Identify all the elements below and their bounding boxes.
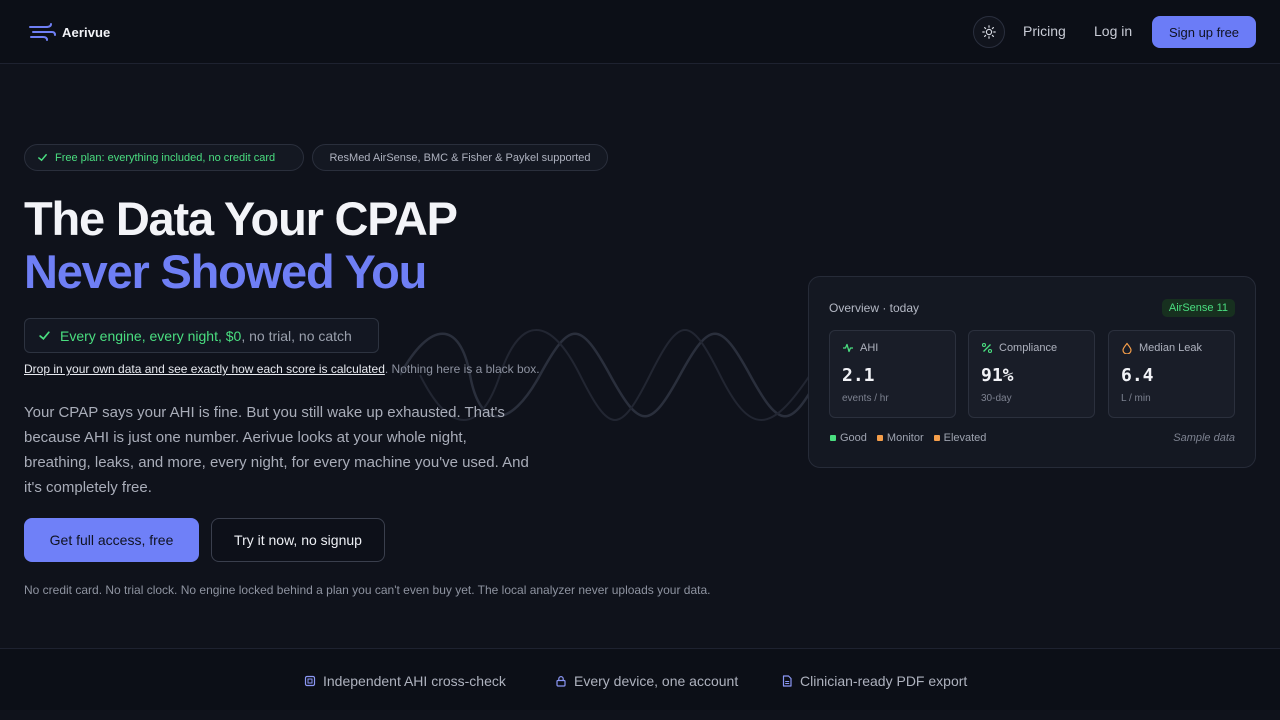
legend-swatch — [830, 435, 836, 441]
metric-card-ahi: AHI 2.1 events / hr — [829, 330, 956, 418]
free-plan-pill: Free plan: everything included, no credi… — [24, 144, 304, 171]
feature-every-device: Every device, one account — [555, 673, 738, 689]
metric-unit: L / min — [1121, 393, 1151, 404]
drop-data-link[interactable]: Drop in your own data and see exactly ho… — [24, 362, 385, 376]
fineprint: No credit card. No trial clock. No engin… — [24, 583, 711, 597]
sun-icon — [982, 25, 996, 39]
document-icon — [782, 675, 792, 687]
try-now-button[interactable]: Try it now, no signup — [211, 518, 385, 562]
hero-title-line-1: The Data Your CPAP — [24, 192, 458, 245]
brand-name: Aerivue — [62, 24, 111, 40]
legend-label: Good — [840, 432, 867, 444]
legend-label: Elevated — [943, 432, 987, 444]
logo[interactable]: Aerivue — [28, 22, 110, 42]
device-badge: AirSense 11 — [1161, 299, 1235, 317]
metric-unit: 30-day — [981, 393, 1012, 404]
percent-icon — [981, 342, 993, 354]
legend-good: Good — [830, 432, 867, 444]
get-full-access-button[interactable]: Get full access, free — [24, 518, 199, 562]
metric-label: AHI — [860, 342, 879, 354]
sample-data-label: Sample data — [1173, 432, 1235, 444]
feature-pdf-export: Clinician-ready PDF export — [781, 673, 967, 689]
metric-card-compliance: Compliance 91% 30-day — [968, 330, 1095, 418]
metric-label: Median Leak — [1139, 342, 1202, 354]
metric-value: 91% — [981, 365, 1014, 386]
overview-title: Overview · today — [829, 301, 920, 315]
droplet-icon — [1122, 342, 1132, 354]
legend-elevated: Elevated — [933, 432, 987, 444]
legend-label: Monitor — [886, 432, 924, 444]
nav-pricing-link[interactable]: Pricing — [1023, 23, 1066, 39]
devices-pill: ResMed AirSense, BMC & Fisher & Paykel s… — [312, 144, 608, 171]
feature-label: Independent AHI cross-check — [323, 673, 506, 689]
engine-highlight: Every engine, every night, $0 — [60, 327, 242, 344]
feature-label: Clinician-ready PDF export — [800, 673, 968, 689]
metric-card-median-leak: Median Leak 6.4 L / min — [1108, 330, 1235, 418]
check-icon — [39, 331, 50, 340]
devices-text: ResMed AirSense, BMC & Fisher & Paykel s… — [329, 151, 591, 164]
check-icon — [38, 154, 47, 162]
engine-rest: , no trial, no catch — [241, 327, 352, 344]
status-legend: Good Monitor Elevated — [830, 432, 986, 444]
drop-data-rest: . Nothing here is a black box. — [384, 362, 540, 376]
pulse-icon — [843, 343, 853, 353]
hero-description: Your CPAP says your AHI is fine. But you… — [24, 404, 529, 496]
feature-label: Every device, one account — [574, 673, 739, 689]
metric-value: 2.1 — [842, 365, 875, 386]
overview-card: Overview · today AirSense 11 AHI 2.1 eve… — [808, 276, 1256, 468]
signup-button[interactable]: Sign up free — [1152, 16, 1256, 48]
engine-callout: Every engine, every night, $0, no trial,… — [24, 318, 379, 353]
feature-ahi-cross-check: Independent AHI cross-check — [304, 673, 506, 689]
legend-swatch — [876, 435, 883, 441]
feature-strip: Independent AHI cross-check Every device… — [0, 648, 1280, 710]
site-header: Aerivue Pricing Log in Sign up free — [0, 0, 1280, 64]
free-plan-text: Free plan: everything included, no credi… — [55, 151, 276, 164]
hero-title-line-2: Never Showed You — [24, 245, 427, 298]
metric-unit: events / hr — [842, 393, 889, 404]
theme-toggle-button[interactable] — [973, 16, 1005, 48]
legend-swatch — [933, 435, 940, 441]
drop-data-line: Drop in your own data and see exactly ho… — [24, 362, 540, 376]
chip-icon — [304, 675, 316, 687]
nav-login-link[interactable]: Log in — [1094, 23, 1132, 39]
metric-value: 6.4 — [1121, 365, 1154, 386]
wind-logo-icon — [29, 23, 56, 41]
legend-monitor: Monitor — [876, 432, 924, 444]
lock-icon — [556, 676, 566, 687]
metric-label: Compliance — [999, 342, 1058, 354]
